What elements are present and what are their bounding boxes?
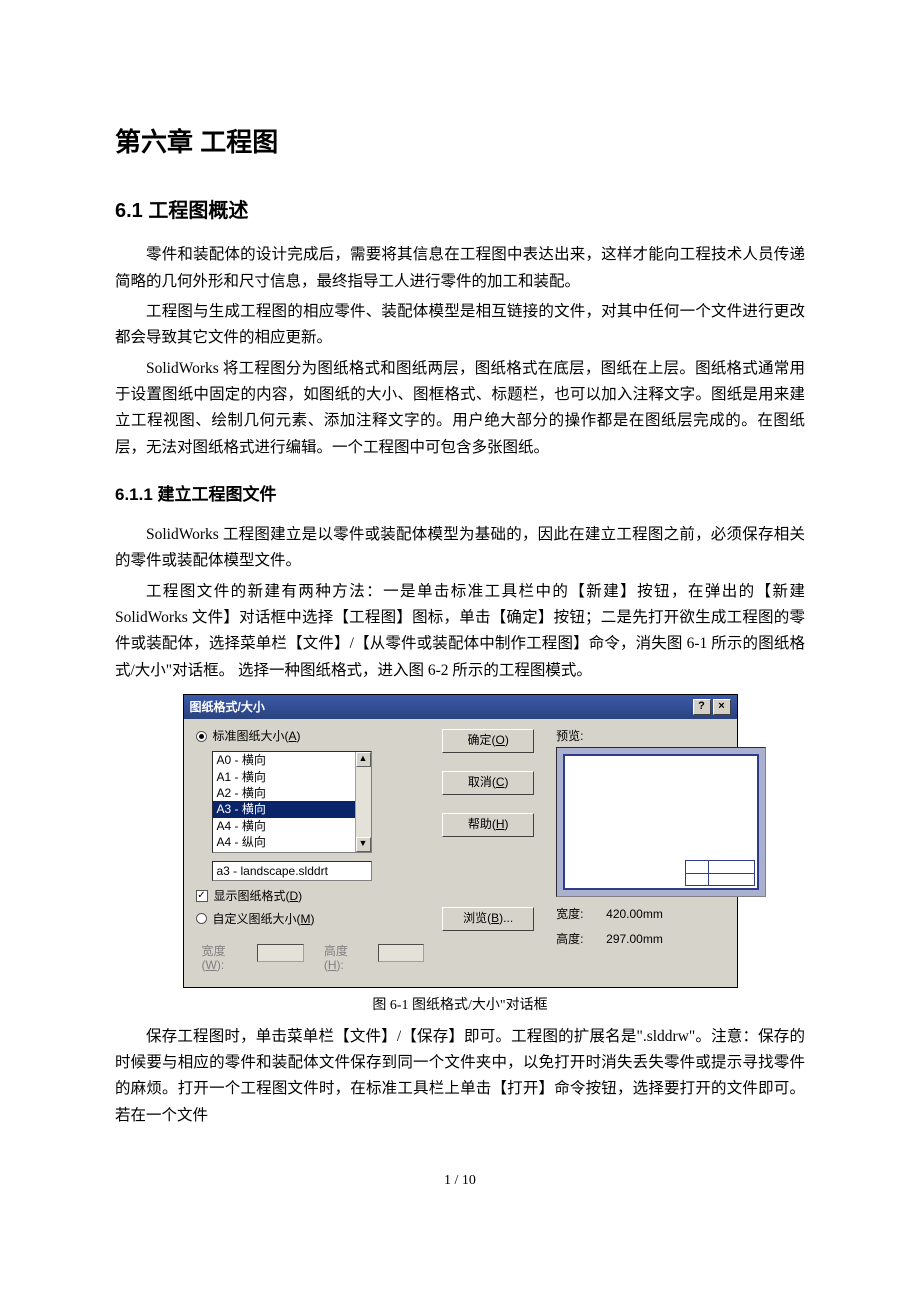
preview-label: 预览: <box>556 729 766 743</box>
scroll-up-icon[interactable]: ▲ <box>356 752 371 767</box>
preview-titleblock <box>685 860 755 886</box>
custom-height-input[interactable] <box>378 944 425 962</box>
ok-button[interactable]: 确定(O) <box>442 729 534 753</box>
listbox-items: A0 - 横向 A1 - 横向 A2 - 横向 A3 - 横向 A4 - 横向 … <box>213 752 371 853</box>
radio-custom-size[interactable]: 自定义图纸大小(M) <box>196 912 425 926</box>
custom-width-input[interactable] <box>257 944 304 962</box>
browse-button[interactable]: 浏览(B)... <box>442 907 534 931</box>
dialog-title: 图纸格式/大小 <box>190 700 265 714</box>
section-6-1-1-heading: 6.1.1 建立工程图文件 <box>115 481 805 510</box>
template-path-input[interactable]: a3 - landscape.slddrt <box>212 861 372 881</box>
checkbox-show-sheet-format[interactable]: 显示图纸格式(D) <box>196 889 425 903</box>
paragraph: 工程图文件的新建有两种方法：一是单击标准工具栏中的【新建】按钮，在弹出的【新建 … <box>115 579 805 684</box>
width-value: 420.00mm <box>606 907 663 921</box>
titlebar-close-button[interactable]: × <box>713 699 731 715</box>
scroll-down-icon[interactable]: ▼ <box>356 837 371 852</box>
preview-sheet <box>563 754 759 890</box>
sheet-format-dialog: 图纸格式/大小 ? × 标准图纸大小(A) A0 - 横向 A1 - 横向 A2… <box>183 694 738 988</box>
list-item-selected[interactable]: A3 - 横向 <box>213 801 371 817</box>
paragraph: SolidWorks 工程图建立是以零件或装配体模型为基础的，因此在建立工程图之… <box>115 522 805 575</box>
dialog-titlebar[interactable]: 图纸格式/大小 ? × <box>184 695 737 719</box>
sheet-size-listbox[interactable]: A0 - 横向 A1 - 横向 A2 - 横向 A3 - 横向 A4 - 横向 … <box>212 751 372 853</box>
height-readout: 高度: 297.00mm <box>556 932 766 946</box>
custom-width-label: 宽度(W): <box>202 944 238 973</box>
radio-label: 自定义图纸大小(M) <box>213 912 315 926</box>
list-item[interactable]: A1 - 横向 <box>213 769 371 785</box>
paragraph: SolidWorks 将工程图分为图纸格式和图纸两层，图纸格式在底层，图纸在上层… <box>115 356 805 461</box>
figure-caption-6-1: 图 6-1 图纸格式/大小"对话框 <box>115 994 805 1018</box>
radio-icon <box>196 913 207 924</box>
list-item[interactable]: A4 - 纵向 <box>213 834 371 850</box>
list-item[interactable]: A3 <box>213 851 371 854</box>
list-item[interactable]: A4 - 横向 <box>213 818 371 834</box>
radio-icon <box>196 731 207 742</box>
height-value: 297.00mm <box>606 932 663 946</box>
chapter-title: 第六章 工程图 <box>115 120 805 164</box>
checkbox-icon <box>196 890 208 902</box>
paragraph: 工程图与生成工程图的相应零件、装配体模型是相互链接的文件，对其中任何一个文件进行… <box>115 299 805 352</box>
custom-dimensions-row: 宽度(W): 高度(H): <box>202 944 425 973</box>
section-6-1-heading: 6.1 工程图概述 <box>115 194 805 228</box>
width-readout: 宽度: 420.00mm <box>556 907 766 921</box>
preview-box <box>556 747 766 897</box>
paragraph: 零件和装配体的设计完成后，需要将其信息在工程图中表达出来，这样才能向工程技术人员… <box>115 242 805 295</box>
checkbox-label: 显示图纸格式(D) <box>214 889 303 903</box>
listbox-scrollbar[interactable]: ▲ ▼ <box>355 752 371 852</box>
radio-label: 标准图纸大小(A) <box>213 729 301 743</box>
titlebar-help-button[interactable]: ? <box>693 699 711 715</box>
help-button[interactable]: 帮助(H) <box>442 813 534 837</box>
list-item[interactable]: A0 - 横向 <box>213 752 371 768</box>
list-item[interactable]: A2 - 横向 <box>213 785 371 801</box>
page-footer: 1 / 10 <box>115 1169 805 1193</box>
paragraph: 保存工程图时，单击菜单栏【文件】/【保存】即可。工程图的扩展名是".slddrw… <box>115 1024 805 1129</box>
custom-height-label: 高度(H): <box>324 944 358 973</box>
radio-standard-size[interactable]: 标准图纸大小(A) <box>196 729 425 743</box>
cancel-button[interactable]: 取消(C) <box>442 771 534 795</box>
